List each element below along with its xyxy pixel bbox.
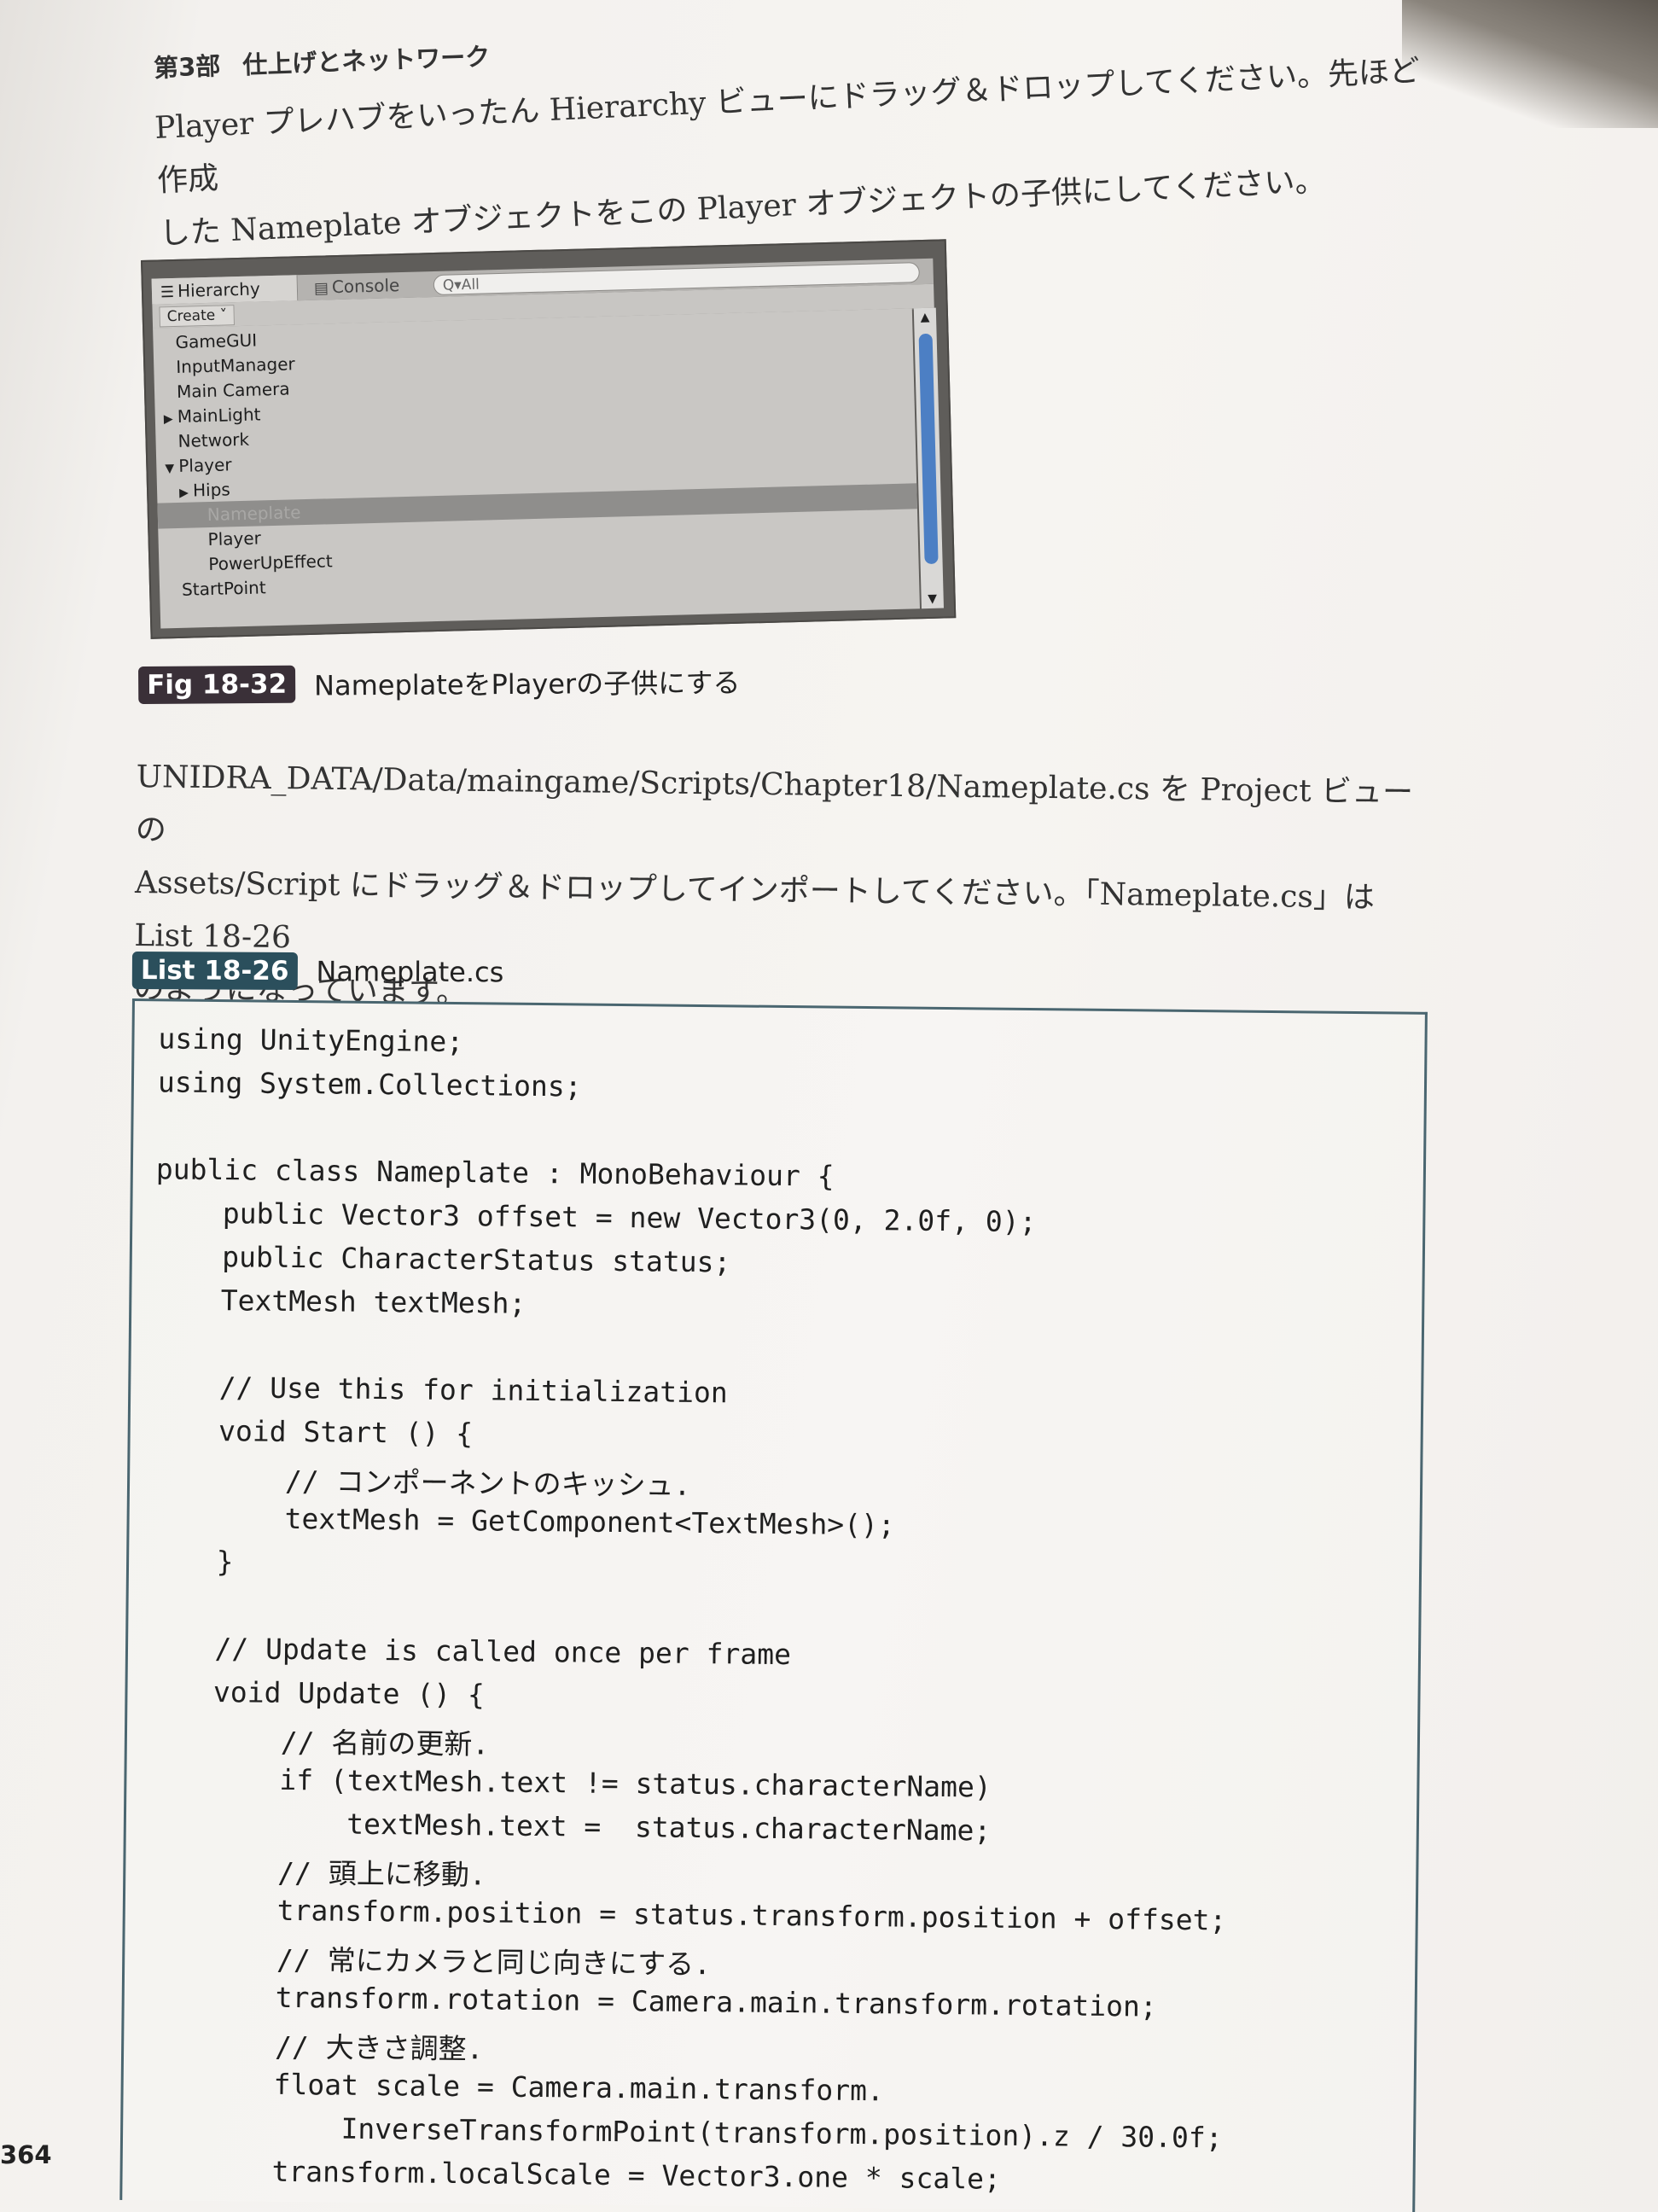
code-line: if (textMesh.text != status.characterNam…: [143, 1761, 992, 1804]
code-line: textMesh = GetComponent<TextMesh>();: [148, 1500, 895, 1542]
part-number: 第3部: [153, 51, 221, 83]
code-line: // 名前の更新.: [144, 1724, 490, 1761]
code-line: // 大きさ調整.: [138, 2029, 484, 2066]
code-line: using System.Collections;: [157, 1065, 582, 1103]
code-line: public Vector3 offset = new Vector3(0, 2…: [154, 1196, 1037, 1239]
listing-caption-text: Nameplate.cs: [316, 955, 504, 989]
tab-console[interactable]: ▤ Console: [305, 272, 409, 300]
tree-item-label: Player: [207, 527, 262, 550]
code-line: // Update is called once per frame: [146, 1631, 792, 1672]
code-line: // 頭上に移動.: [142, 1854, 486, 1892]
tree-item-label: MainLight: [177, 404, 261, 427]
unity-hierarchy-screenshot: ☰ Hierarchy ▤ Console Create ˅ Q▾All GameG…: [141, 239, 957, 639]
code-line: transform.localScale = Vector3.one * sca…: [136, 2153, 1002, 2196]
figure-badge: Fig 18-32: [138, 665, 296, 704]
tree-item-label: Player: [178, 454, 232, 476]
code-line: transform.rotation = Camera.main.transfo…: [139, 1979, 1157, 2023]
tree-item-label: InputManager: [175, 353, 296, 377]
tree-item-label: Nameplate: [207, 502, 301, 526]
list-icon: ☰: [160, 282, 175, 302]
code-line: }: [148, 1544, 234, 1579]
code-line: InverseTransformPoint(transform.position…: [137, 2110, 1223, 2155]
book-page: 第3部 仕上げとネットワーク Player プレハブをいったん Hierarchy…: [0, 0, 1658, 2212]
code-line: transform.position = status.transform.po…: [141, 1892, 1227, 1937]
tree-item-label: Hips: [192, 479, 231, 501]
figure-caption-text: NameplateをPlayerの子供にする: [313, 667, 741, 702]
code-line: public CharacterStatus status;: [154, 1239, 731, 1279]
code-line: void Update () {: [145, 1674, 486, 1712]
tab-hierarchy-label: Hierarchy: [177, 278, 261, 301]
code-line: // コンポーネントのキッシュ.: [148, 1463, 691, 1502]
tree-item-label: Network: [177, 428, 250, 451]
code-line: // 常にカメラと同じ向きにする.: [141, 1941, 712, 1982]
tree-item-label: PowerUpEffect: [208, 550, 333, 575]
code-line: void Start () {: [150, 1413, 474, 1451]
code-line: TextMesh textMesh;: [153, 1283, 526, 1320]
part-title: 仕上げとネットワーク: [241, 42, 491, 80]
hierarchy-tree: GameGUI InputManager Main Camera ▶ MainLight…: [153, 308, 920, 629]
part-header: 第3部 仕上げとネットワーク: [153, 37, 491, 84]
create-button[interactable]: Create ˅: [159, 305, 236, 328]
listing-caption: List 18-26 Nameplate.cs: [131, 952, 504, 991]
tab-hierarchy[interactable]: ☰ Hierarchy: [151, 275, 299, 305]
code-line: // Use this for initialization: [151, 1370, 728, 1410]
tree-item-label: Main Camera: [176, 378, 290, 402]
tab-console-label: Console: [331, 275, 400, 298]
scroll-thumb[interactable]: [918, 333, 939, 565]
listing-badge: List 18-26: [131, 952, 298, 991]
scroll-up-arrow-icon[interactable]: ▲: [914, 308, 937, 328]
code-line: using UnityEngine;: [158, 1022, 464, 1059]
code-line: public class Nameplate : MonoBehaviour {: [155, 1152, 835, 1193]
tree-item-label: GameGUI: [175, 329, 258, 352]
code-line: textMesh.text = status.characterName;: [143, 1805, 992, 1848]
tree-item-label: StartPoint: [181, 577, 266, 600]
code-listing: using UnityEngine; using System.Collectio…: [119, 998, 1428, 2212]
page-number: 364: [0, 2140, 52, 2169]
console-icon: ▤: [313, 279, 329, 298]
scroll-down-arrow-icon[interactable]: ▼: [921, 590, 944, 609]
figure-caption: Fig 18-32 NameplateをPlayerの子供にする: [138, 661, 741, 705]
code-line: float scale = Camera.main.transform.: [137, 2066, 885, 2108]
